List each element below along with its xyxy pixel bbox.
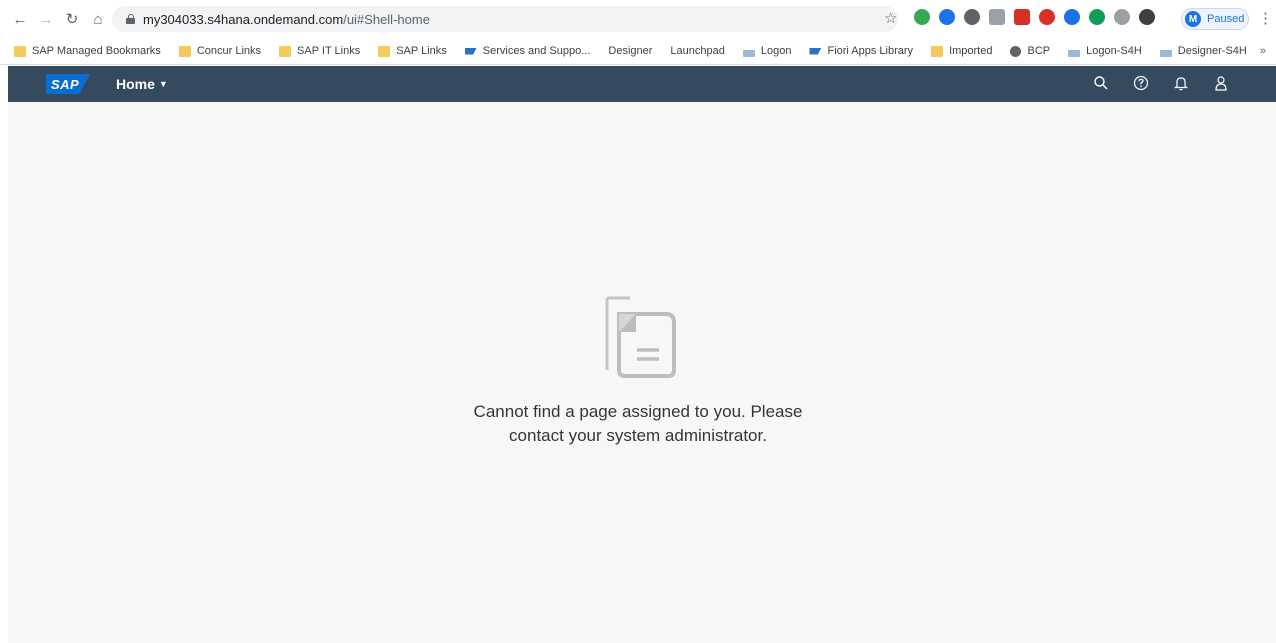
browser-toolbar: ← → ↻ ⌂ my304033.s4hana.ondemand.com/ui#… [0,0,1276,38]
url-path: /ui#Shell-home [343,11,430,27]
home-menu-label: Home [116,76,155,92]
shell-actions [1092,74,1230,92]
extension-icon[interactable] [1139,9,1155,25]
lock-icon [126,14,135,24]
bookmarks-overflow-button[interactable]: » [1260,45,1266,57]
bookmark-item[interactable]: Logon-S4H [1068,45,1142,57]
bookmark-item[interactable]: Services and Suppo... [464,45,591,57]
empty-state-line-1: Cannot find a page assigned to you. Plea… [473,402,803,421]
bookmark-label: SAP Managed Bookmarks [32,45,161,57]
bookmark-label: Designer-S4H [1177,45,1247,57]
notifications-bell-icon[interactable] [1172,74,1190,92]
profile-button[interactable]: M Paused [1181,8,1249,30]
profile-status: Paused [1207,13,1245,25]
sap-logo[interactable]: SAP [46,74,90,94]
reload-icon[interactable]: ↻ [60,7,84,31]
bookmark-label: Designer [608,45,653,57]
bookmark-item[interactable]: Designer-S4H [1159,45,1247,57]
bookmark-label: SAP IT Links [297,45,361,57]
page-icon [1159,49,1172,57]
empty-state-line-2: contact your system administrator. [509,426,767,445]
extension-icon[interactable] [1039,9,1055,25]
extension-icon[interactable] [939,9,955,25]
user-profile-icon[interactable] [1212,74,1230,92]
bookmark-item[interactable]: Logon [742,45,792,57]
folder-icon [931,45,944,57]
bookmark-item[interactable]: Fiori Apps Library [809,45,913,57]
bookmark-item[interactable]: SAP IT Links [279,45,360,57]
bookmark-item[interactable]: BCP [1010,45,1050,57]
folder-icon [378,45,391,57]
nav-buttons: ← → ↻ ⌂ [8,7,110,31]
home-menu-button[interactable]: Home ▼ [116,76,168,92]
shell-content: Cannot find a page assigned to you. Plea… [8,102,1276,643]
url-host: my304033.s4hana.ondemand.com [143,11,344,27]
back-arrow-icon[interactable]: ← [8,7,32,31]
extension-icon[interactable] [1064,9,1080,25]
extension-icon[interactable] [1089,9,1105,25]
forward-arrow-icon[interactable]: → [34,7,58,31]
extension-icon[interactable] [1014,9,1030,25]
bookmark-label: Services and Suppo... [482,45,591,57]
avatar: M [1185,11,1201,27]
sap-shell-header: SAP Home ▼ [8,66,1276,102]
folder-icon [14,45,26,57]
search-icon[interactable] [1092,74,1110,92]
globe-icon [1010,45,1022,57]
bookmark-label: Logon-S4H [1086,45,1142,57]
browser-menu-icon[interactable]: ⋮ [1258,9,1273,27]
document-illustration-icon [604,292,680,383]
bookmark-label: Logon [760,45,792,57]
caret-down-icon: ▼ [158,79,168,89]
page-icon [1068,49,1081,57]
bookmark-item[interactable]: Launchpad [670,45,724,57]
extension-icon[interactable] [989,9,1005,25]
extensions-area [914,9,1155,25]
extension-icon[interactable] [1114,9,1130,25]
bookmark-item[interactable]: Imported [931,45,992,57]
folder-icon [279,45,292,57]
help-icon[interactable] [1132,74,1150,92]
extension-icon[interactable] [964,9,980,25]
bookmark-label: Launchpad [670,45,725,57]
page-icon [742,49,755,57]
bookmark-label: SAP Links [396,45,447,57]
folder-icon [178,45,191,57]
home-icon[interactable]: ⌂ [86,7,110,31]
bookmark-label: Fiori Apps Library [827,45,914,57]
bookmark-label: Imported [949,45,993,57]
empty-state-message: Cannot find a page assigned to you. Plea… [428,400,848,448]
bookmark-item[interactable]: Concur Links [178,45,262,57]
sap-icon [464,47,477,55]
bookmarks-bar: SAP Managed Bookmarks Concur Links SAP IT … [0,38,1276,65]
bookmark-label: BCP [1027,45,1051,57]
bookmark-star-icon[interactable]: ☆ [884,9,897,27]
bookmark-item[interactable]: SAP Managed Bookmarks [14,45,161,57]
bookmark-item[interactable]: Designer [608,45,652,57]
bookmark-item[interactable]: SAP Links [378,45,447,57]
extension-icon[interactable] [914,9,930,25]
address-bar[interactable]: my304033.s4hana.ondemand.com/ui#Shell-ho… [112,6,898,32]
bookmark-label: Concur Links [196,45,262,57]
sap-icon [809,47,822,55]
